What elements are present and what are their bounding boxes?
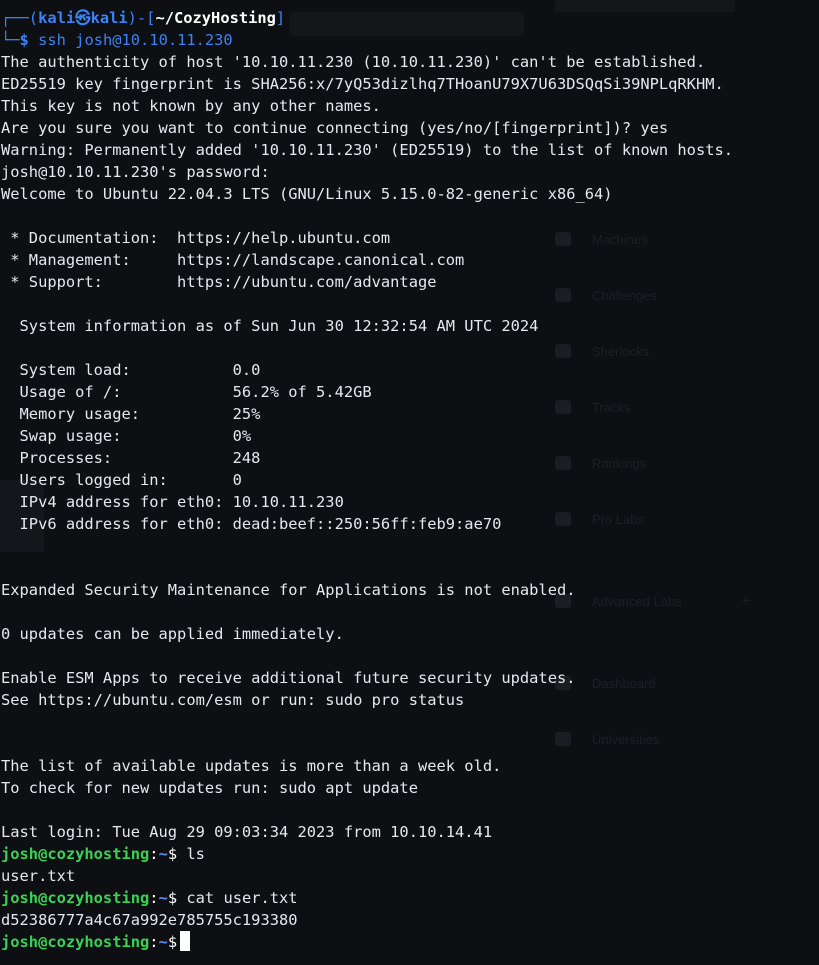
ls-output: user.txt [1,867,76,885]
prompt-frame-sep: )-[ [127,9,156,27]
terminal-output[interactable]: ┌──(kali㉿kali)-[~/CozyHosting] └─$ ssh j… [0,0,819,965]
terminal-cursor[interactable] [180,931,191,951]
remote-sep: : [149,845,159,863]
output-line: This key is not known by any other names… [1,97,381,115]
command-ls: ls [177,845,205,863]
prompt-cwd: ~/CozyHosting [155,9,276,27]
stale-notice-line: To check for new updates run: sudo apt u… [1,779,418,797]
output-line: The authenticity of host '10.10.11.230 (… [1,53,706,71]
remote-path: ~ [158,933,168,951]
prompt-frame-bottom: └─ [1,31,20,49]
remote-user-host: josh@cozyhosting [1,845,150,863]
sysinfo-header: System information as of Sun Jun 30 12:3… [1,317,539,335]
command-cat: cat user.txt [177,889,298,907]
remote-dollar: $ [167,889,178,907]
kali-prompt-line-2: └─$ ssh josh@10.10.11.230 [0,29,819,51]
output-line: Warning: Permanently added '10.10.11.230… [1,141,734,159]
prompt-user: kali [38,9,76,27]
output-line: Are you sure you want to continue connec… [1,119,669,137]
sysinfo-row: Processes: 248 [1,449,261,467]
prompt-host: kali [90,9,128,27]
kali-skull-icon: ㉿ [75,9,91,27]
management-link-line: * Management: https://landscape.canonica… [1,251,465,269]
remote-prompt-line-active[interactable]: josh@cozyhosting:~$ [0,931,819,953]
esm-enable-line: Enable ESM Apps to receive additional fu… [1,669,576,687]
remote-user-host: josh@cozyhosting [1,933,150,951]
ssh-command: ssh josh@10.10.11.230 [38,31,233,49]
prompt-dollar: $ [19,31,29,49]
updates-notice: 0 updates can be applied immediately. [1,625,344,643]
user-flag-output: d52386777a4c67a992e785755c193380 [1,911,298,929]
stale-notice-line: The list of available updates is more th… [1,757,502,775]
remote-path: ~ [158,845,168,863]
remote-user-host: josh@cozyhosting [1,889,150,907]
prompt-frame-top: ┌──( [1,9,39,27]
prompt-frame-close: ] [275,9,286,27]
output-line: ED25519 key fingerprint is SHA256:x/7yQ5… [1,75,724,93]
last-login: Last login: Tue Aug 29 09:03:34 2023 fro… [1,823,493,841]
remote-dollar: $ [167,933,178,951]
sysinfo-row: Memory usage: 25% [1,405,261,423]
support-link-line: * Support: https://ubuntu.com/advantage [1,273,437,291]
remote-dollar: $ [167,845,178,863]
doc-link-line: * Documentation: https://help.ubuntu.com [1,229,391,247]
remote-sep: : [149,933,159,951]
esm-notice: Expanded Security Maintenance for Applic… [1,581,576,599]
kali-prompt-line-1: ┌──(kali㉿kali)-[~/CozyHosting] [0,7,819,29]
remote-prompt-line: josh@cozyhosting:~$ cat user.txt [0,887,819,909]
sysinfo-row: Swap usage: 0% [1,427,252,445]
sysinfo-row: Usage of /: 56.2% of 5.42GB [1,383,372,401]
remote-path: ~ [158,889,168,907]
sysinfo-row: IPv6 address for eth0: dead:beef::250:56… [1,515,502,533]
sysinfo-row: IPv4 address for eth0: 10.10.11.230 [1,493,344,511]
remote-sep: : [149,889,159,907]
remote-prompt-line: josh@cozyhosting:~$ ls [0,843,819,865]
sysinfo-row: System load: 0.0 [1,361,261,379]
esm-enable-line: See https://ubuntu.com/esm or run: sudo … [1,691,465,709]
sysinfo-row: Users logged in: 0 [1,471,242,489]
welcome-banner: Welcome to Ubuntu 22.04.3 LTS (GNU/Linux… [1,185,613,203]
password-prompt: josh@10.10.11.230's password: [1,163,270,181]
